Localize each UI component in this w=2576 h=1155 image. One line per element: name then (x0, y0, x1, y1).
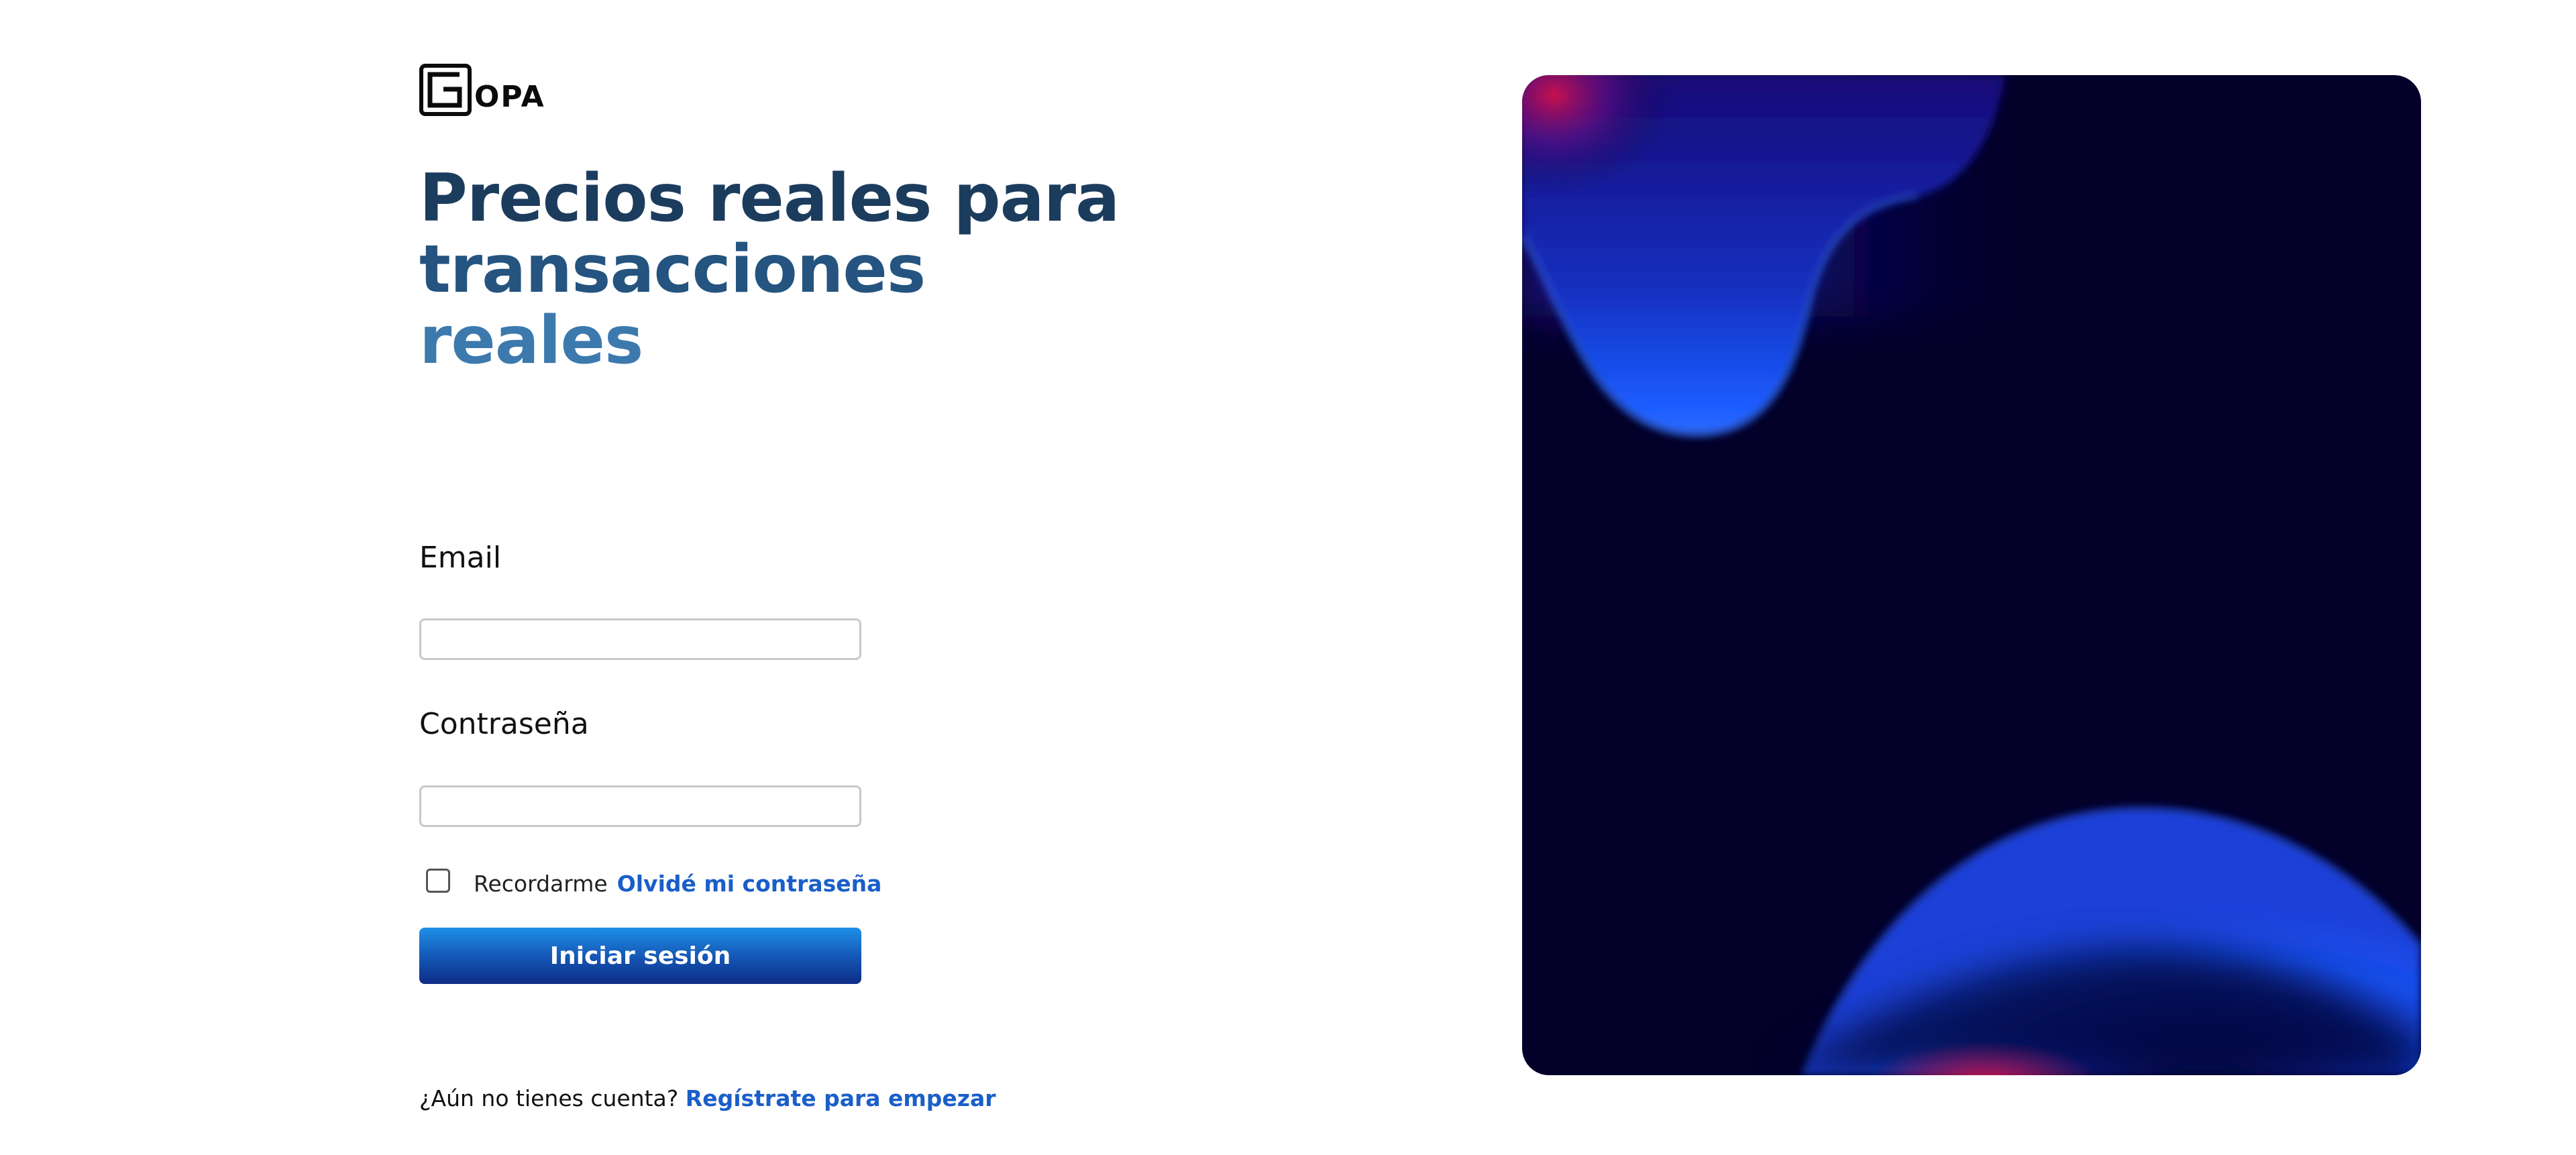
remember-row: Recordarme Olvidé mi contraseña (426, 864, 881, 897)
brand-name: OPA (474, 80, 545, 114)
headline-line-1: Precios reales para (419, 160, 1120, 237)
abstract-wave-illustration (1522, 75, 2421, 1075)
password-field[interactable] (419, 785, 861, 827)
login-column: OPA Precios reales para transacciones re… (419, 64, 1157, 1111)
login-button[interactable]: Iniciar sesión (419, 928, 861, 984)
signup-link[interactable]: Regístrate para empezar (686, 1085, 996, 1111)
remember-checkbox[interactable] (426, 868, 450, 893)
forgot-password-link[interactable]: Olvidé mi contraseña (617, 871, 882, 897)
signup-prompt: ¿Aún no tienes cuenta? (419, 1085, 679, 1111)
email-label: Email (419, 541, 502, 575)
password-label: Contraseña (419, 707, 589, 741)
g-square-logo-icon (419, 64, 472, 116)
login-page: OPA Precios reales para transacciones re… (0, 0, 2576, 1155)
brand-logo: OPA (419, 64, 1157, 116)
hero-art-panel (1522, 75, 2421, 1075)
headline-line-3: reales (419, 302, 643, 379)
headline-line-2: transacciones (419, 231, 926, 308)
signup-row: ¿Aún no tienes cuenta? Regístrate para e… (419, 1085, 996, 1111)
page-headline: Precios reales para transacciones reales (419, 163, 1157, 376)
remember-label: Recordarme (474, 871, 608, 897)
email-field[interactable] (419, 618, 861, 660)
